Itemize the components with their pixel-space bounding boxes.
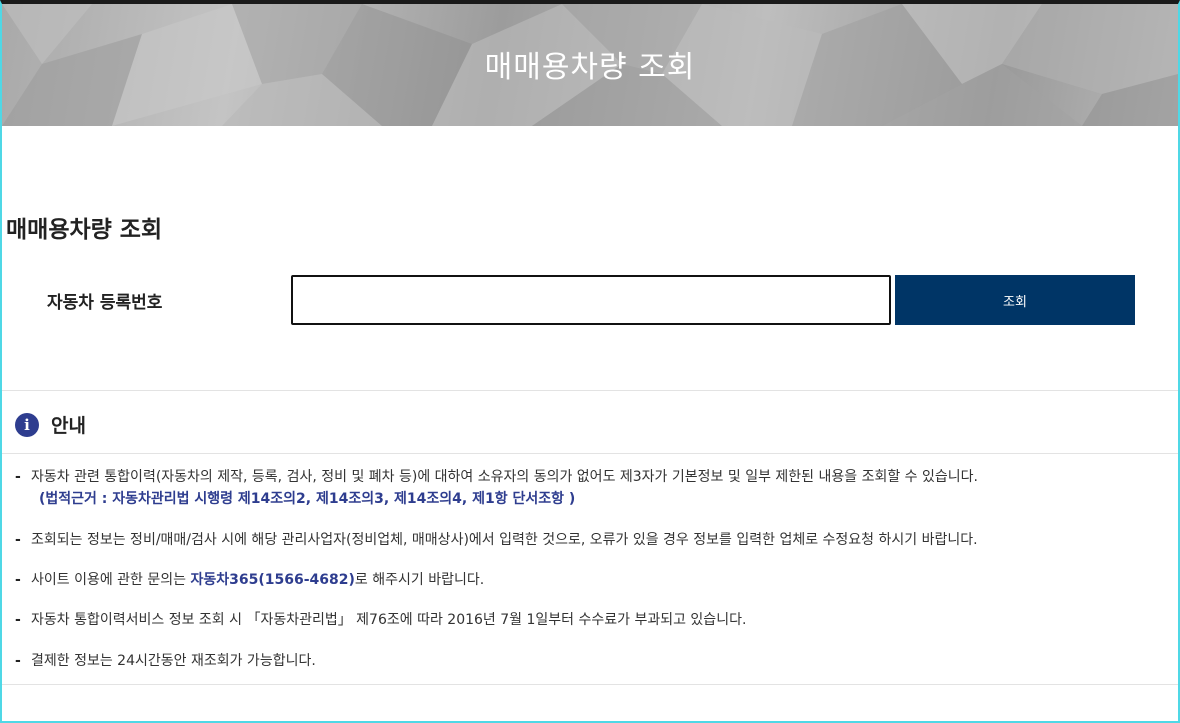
notice-text: 사이트 이용에 관한 문의는 [31, 572, 191, 588]
notice-header: i 안내 [15, 411, 86, 438]
notice-text: 자동차 통합이력서비스 정보 조회 시 「자동차관리법」 제76조에 따라 20… [31, 612, 747, 628]
hero-banner: 매매용차량 조회 [2, 4, 1178, 126]
divider [2, 390, 1178, 391]
info-icon: i [15, 412, 39, 437]
list-item: - 조회되는 정보는 정비/매매/검사 시에 해당 관리사업자(정비업체, 매매상… [15, 532, 978, 548]
search-button[interactable]: 조회 [895, 275, 1135, 325]
registration-number-label: 자동차 등록번호 [47, 293, 163, 313]
notice-text: 자동차 관련 통합이력(자동차의 제작, 등록, 검사, 정비 및 폐차 등)에… [31, 469, 978, 485]
notice-text: 결제한 정보는 24시간동안 재조회가 가능합니다. [31, 653, 316, 669]
legal-basis: (법적근거 : 자동차관리법 시행령 제14조의2, 제14조의3, 제14조의… [39, 491, 576, 507]
list-item: - 자동차 관련 통합이력(자동차의 제작, 등록, 검사, 정비 및 폐차 등)… [15, 469, 978, 485]
list-item: - 사이트 이용에 관한 문의는 자동차365(1566-4682)로 해주시기 … [15, 572, 485, 588]
hero-title: 매매용차량 조회 [484, 50, 696, 85]
notice-text: 로 해주시기 바랍니다. [354, 572, 485, 588]
divider [2, 453, 1178, 454]
divider [2, 684, 1178, 685]
notice-text: 조회되는 정보는 정비/매매/검사 시에 해당 관리사업자(정비업체, 매매상사… [31, 532, 978, 548]
list-item: - 결제한 정보는 24시간동안 재조회가 가능합니다. [15, 653, 316, 669]
page-title: 매매용차량 조회 [6, 217, 163, 243]
registration-number-input[interactable] [291, 275, 891, 325]
list-item: - 자동차 통합이력서비스 정보 조회 시 「자동차관리법」 제76조에 따라 2… [15, 612, 747, 628]
page-frame: 매매용차량 조회 매매용차량 조회 자동차 등록번호 조회 i 안내 - 자동차 … [0, 0, 1180, 723]
notice-title: 안내 [51, 415, 86, 437]
contact-highlight: 자동차365(1566-4682) [190, 572, 355, 588]
